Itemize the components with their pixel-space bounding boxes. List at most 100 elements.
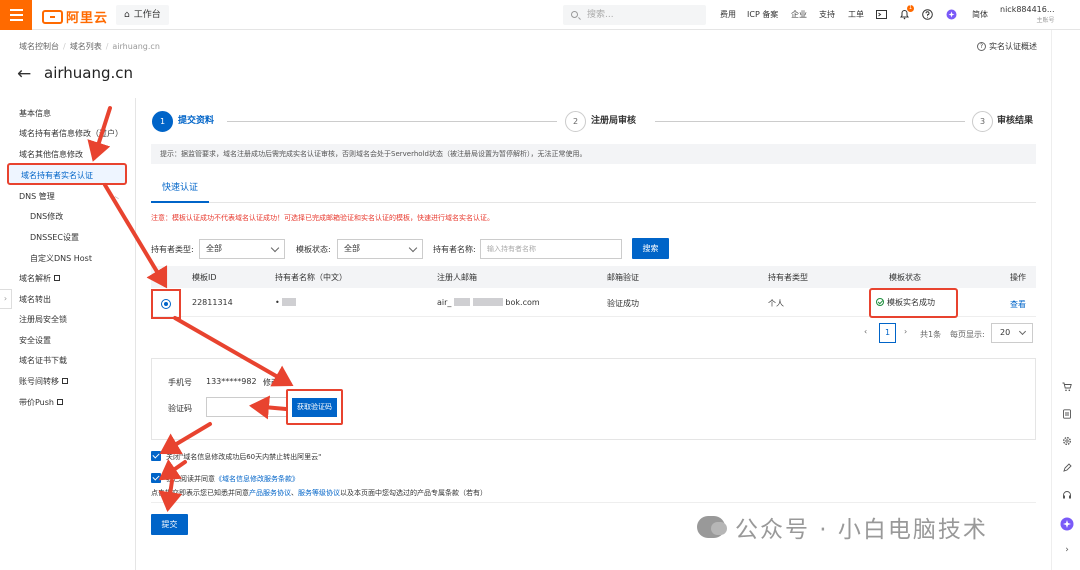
- nav-support[interactable]: 支持: [819, 0, 835, 30]
- workbench-button[interactable]: ⌂ 工作台: [116, 5, 169, 25]
- terms-link[interactable]: 《域名信息修改服务条款》: [215, 475, 299, 483]
- push-label: 带价Push: [19, 398, 54, 407]
- warning-notice: 注意：模板认证成功不代表域名认证成功！可选择已完成邮箱验证和实名认证的模板，快速…: [151, 214, 494, 222]
- page-number[interactable]: 1: [879, 323, 896, 343]
- edit-icon[interactable]: [1062, 463, 1072, 473]
- holder-name: •: [275, 298, 297, 307]
- breadcrumb-domain-console[interactable]: 域名控制台: [19, 42, 59, 51]
- home-icon: ⌂: [124, 10, 130, 20]
- external-link-icon: [57, 399, 63, 405]
- template-status-value: 全部: [344, 244, 360, 253]
- checkbox-agree-terms[interactable]: [151, 473, 161, 483]
- template-status-label: 模板状态:: [296, 245, 331, 254]
- realname-overview-link[interactable]: ? 实名认证概述: [977, 41, 1037, 52]
- nav-icp[interactable]: ICP 备案: [747, 0, 778, 30]
- nav-ticket[interactable]: 工单: [848, 0, 864, 30]
- per-page-select[interactable]: 20: [991, 323, 1033, 343]
- document-icon[interactable]: [1062, 409, 1072, 419]
- sidebar-item-holder-modify[interactable]: 域名持有者信息修改（过户）: [19, 128, 123, 139]
- language-switch[interactable]: 简体: [972, 0, 988, 30]
- user-name: nick884416...: [1000, 5, 1055, 14]
- column-header: 持有者名称（中文）: [275, 273, 347, 282]
- sidebar-item-custom-dns[interactable]: 自定义DNS Host: [30, 253, 92, 264]
- next-page-icon[interactable]: ›: [904, 327, 907, 336]
- tab-bar: 快速认证: [151, 175, 1036, 203]
- step-connector: [227, 121, 557, 122]
- step-3-number: 3: [972, 111, 993, 132]
- registrant-email: air_ bok.com: [437, 298, 540, 307]
- search-input[interactable]: 搜索...: [563, 5, 706, 25]
- sidebar-item-account-transfer[interactable]: 账号间转移: [19, 376, 68, 387]
- sidebar-item-basic-info[interactable]: 基本信息: [19, 108, 51, 119]
- sidebar-item-transfer-out[interactable]: 域名转出: [19, 294, 51, 305]
- sidebar-item-resolve[interactable]: 域名解析: [19, 273, 60, 284]
- template-status-select[interactable]: 全部: [337, 239, 423, 259]
- cart-icon[interactable]: [1062, 382, 1072, 392]
- holder-name-input[interactable]: 输入持有者名称: [480, 239, 622, 259]
- email-prefix: air_: [437, 298, 452, 307]
- nav-fee[interactable]: 费用: [720, 0, 736, 30]
- modify-phone-link[interactable]: 修改: [263, 377, 279, 388]
- sidebar-item-security[interactable]: 安全设置: [19, 335, 51, 346]
- get-code-button[interactable]: 获取验证码: [292, 398, 337, 417]
- sidebar-item-push[interactable]: 带价Push: [19, 397, 63, 408]
- sidebar-item-cert-download[interactable]: 域名证书下载: [19, 355, 67, 366]
- submit-button[interactable]: 提交: [151, 514, 188, 535]
- holder-type-select[interactable]: 全部: [199, 239, 285, 259]
- sidebar-collapse-toggle[interactable]: ›: [0, 289, 12, 309]
- phone-value: 133*****982: [206, 377, 257, 386]
- blurred-name: [282, 298, 297, 306]
- template-radio[interactable]: [151, 289, 181, 319]
- terminal-icon[interactable]: [876, 9, 887, 20]
- sidebar-group-dns[interactable]: DNS 管理 ︿: [19, 191, 129, 202]
- step-3-label: 审核结果: [997, 116, 1034, 126]
- progress-steps: 1 提交资料 2 注册局审核 3 审核结果: [152, 111, 1037, 133]
- sidebar-item-other-modify[interactable]: 域名其他信息修改: [19, 149, 83, 160]
- user-menu[interactable]: nick884416... 主账号: [1000, 4, 1055, 26]
- nav-enterprise[interactable]: 企业: [791, 0, 807, 30]
- column-header: 操作: [1010, 273, 1026, 282]
- regulation-tip: 提示：据监管要求，域名注册成功后需完成实名认证审核，否则域名会处于Serverh…: [151, 144, 1036, 164]
- aliyun-logo[interactable]: 阿里云: [42, 7, 108, 26]
- email-suffix: bok.com: [505, 298, 540, 307]
- sidebar-item-dns-modify[interactable]: DNS修改: [30, 211, 63, 222]
- total-count: 共1条: [920, 330, 942, 339]
- notification-badge: 1: [907, 5, 914, 12]
- sidebar-item-dnssec[interactable]: DNSSEC设置: [30, 232, 79, 243]
- column-header: 模板ID: [192, 273, 217, 282]
- step-connector: [655, 121, 965, 122]
- tab-quick-verify[interactable]: 快速认证: [151, 175, 209, 203]
- back-arrow-icon[interactable]: ←: [17, 66, 31, 83]
- chevron-right-icon[interactable]: ›: [1062, 545, 1072, 555]
- search-placeholder: 搜索...: [587, 10, 614, 20]
- agreement-prefix: 点击提交即表示您已知悉并同意: [151, 489, 249, 497]
- blurred-email: [473, 298, 504, 306]
- ai-assistant-icon[interactable]: [1060, 517, 1074, 531]
- watermark: 公众号 · 小白电脑技术: [697, 510, 988, 544]
- checkbox-no-transfer[interactable]: [151, 451, 161, 461]
- menu-icon[interactable]: [0, 0, 32, 30]
- holder-type-label: 持有者类型:: [151, 245, 194, 254]
- breadcrumb-domain-list[interactable]: 域名列表: [70, 42, 102, 51]
- verification-code-input[interactable]: [206, 397, 288, 417]
- step-2-label: 注册局审核: [591, 116, 637, 126]
- divider: [151, 502, 1036, 503]
- sidebar-item-registry-lock[interactable]: 注册局安全锁: [19, 314, 67, 325]
- sla-link[interactable]: 服务等级协议: [298, 489, 340, 497]
- search-button[interactable]: 搜索: [632, 238, 669, 259]
- gear-icon[interactable]: [1062, 436, 1072, 446]
- view-link[interactable]: 查看: [1010, 299, 1026, 310]
- prev-page-icon[interactable]: ‹: [864, 327, 867, 336]
- question-icon: ?: [977, 42, 986, 51]
- external-link-icon: [54, 275, 60, 281]
- wechat-icon: [697, 516, 727, 538]
- headset-icon[interactable]: [1062, 490, 1072, 500]
- service-agreement-link[interactable]: 产品服务协议: [249, 489, 291, 497]
- page-title: airhuang.cn: [44, 64, 134, 82]
- sidebar-item-realname[interactable]: 域名持有者实名认证: [7, 163, 127, 185]
- external-link-icon: [62, 378, 68, 384]
- holder-type-value: 全部: [206, 244, 222, 253]
- top-bar: 阿里云 ⌂ 工作台 搜索... 费用 ICP 备案 企业 支持 工单 1 简体 …: [0, 0, 1080, 30]
- help-icon[interactable]: [922, 9, 933, 20]
- ai-assistant-icon[interactable]: [946, 9, 957, 20]
